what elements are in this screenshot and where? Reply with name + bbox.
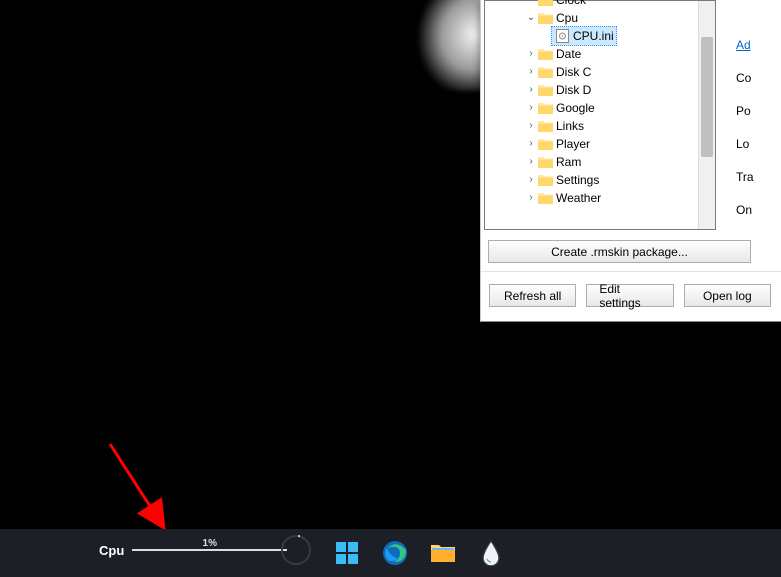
file-explorer-icon <box>430 542 456 564</box>
tree-node-label: Ram <box>556 153 581 171</box>
skin-properties-panel: Ad Co Po Lo Tra On <box>716 0 781 236</box>
tree-node-label: Disk D <box>556 81 591 99</box>
tree-node[interactable]: › Weather <box>485 189 715 207</box>
tree-node-label: CPU.ini <box>573 27 614 45</box>
cpu-percent-text: 1% <box>132 538 287 549</box>
tree-node-label: Clock <box>556 0 586 9</box>
tree-node[interactable]: ⌄ Cpu <box>485 9 715 27</box>
edit-settings-button[interactable]: Edit settings <box>586 284 673 307</box>
tree-node[interactable]: › Settings <box>485 171 715 189</box>
folder-icon <box>537 190 553 206</box>
folder-icon <box>537 82 553 98</box>
folder-icon <box>537 154 553 170</box>
rainmeter-button[interactable] <box>470 532 512 574</box>
expander-open-icon[interactable]: ⌄ <box>525 9 537 27</box>
cpu-widget-label: Cpu <box>99 543 124 558</box>
folder-icon <box>537 118 553 134</box>
file-explorer-button[interactable] <box>422 532 464 574</box>
expander-closed-icon[interactable]: › <box>525 189 537 207</box>
tree-node[interactable]: › Disk C <box>485 63 715 81</box>
tree-node-label: Date <box>556 45 581 63</box>
property-label: Lo <box>736 137 781 170</box>
property-label: On <box>736 203 781 236</box>
expander-closed-icon[interactable]: › <box>525 99 537 117</box>
expander-closed-icon[interactable]: › <box>525 117 537 135</box>
rainmeter-manage-window: Clock ⌄ CpuCPU.ini › Date › Disk C › Disk D › Goog… <box>480 0 781 322</box>
expander-closed-icon[interactable]: › <box>525 153 537 171</box>
cpu-ring-gauge <box>281 535 311 565</box>
tree-node-label: Settings <box>556 171 599 189</box>
cpu-skin-widget[interactable]: Cpu 1% <box>99 535 311 565</box>
folder-icon <box>537 10 553 26</box>
refresh-all-button[interactable]: Refresh all <box>489 284 576 307</box>
skins-tree: Clock ⌄ CpuCPU.ini › Date › Disk C › Disk D › Goog… <box>484 0 716 230</box>
property-label: Po <box>736 104 781 137</box>
annotation-arrow <box>104 440 184 540</box>
windows-logo-icon <box>336 542 358 564</box>
tree-node[interactable]: › Google <box>485 99 715 117</box>
property-label: Co <box>736 71 781 104</box>
tree-node-label: Cpu <box>556 9 578 27</box>
folder-icon <box>537 64 553 80</box>
tree-node-label: Weather <box>556 189 601 207</box>
active-skins-link[interactable]: Ad <box>736 38 751 52</box>
ini-file-icon <box>554 28 570 44</box>
edge-browser-button[interactable] <box>374 532 416 574</box>
tree-node[interactable]: › Date <box>485 45 715 63</box>
create-rmskin-button[interactable]: Create .rmskin package... <box>488 240 751 263</box>
open-log-button[interactable]: Open log <box>684 284 771 307</box>
tree-scrollbar-thumb[interactable] <box>701 37 713 157</box>
cpu-bar: 1% <box>132 549 287 551</box>
property-label: Tra <box>736 170 781 203</box>
tree-node[interactable]: Clock <box>485 0 715 9</box>
expander-closed-icon[interactable]: › <box>525 135 537 153</box>
folder-icon <box>537 46 553 62</box>
tree-scrollbar[interactable] <box>698 1 715 229</box>
expander-closed-icon[interactable]: › <box>525 63 537 81</box>
folder-icon <box>537 136 553 152</box>
folder-icon <box>537 100 553 116</box>
folder-icon <box>537 0 553 8</box>
tree-node[interactable]: › Ram <box>485 153 715 171</box>
tree-node[interactable]: › Player <box>485 135 715 153</box>
raindrop-icon <box>481 540 501 566</box>
tree-node[interactable]: › Links <box>485 117 715 135</box>
tree-node-label: Player <box>556 135 590 153</box>
expander-closed-icon[interactable]: › <box>525 171 537 189</box>
expander-closed-icon[interactable]: › <box>525 45 537 63</box>
start-button[interactable] <box>326 532 368 574</box>
folder-icon <box>537 172 553 188</box>
tree-node-label: Disk C <box>556 63 591 81</box>
expander-closed-icon[interactable]: › <box>525 81 537 99</box>
tree-node[interactable]: CPU.ini <box>485 27 715 45</box>
tree-node-label: Links <box>556 117 584 135</box>
tree-node-label: Google <box>556 99 595 117</box>
window-action-bar: Refresh all Edit settings Open log <box>481 271 781 321</box>
edge-icon <box>382 540 408 566</box>
tree-node[interactable]: › Disk D <box>485 81 715 99</box>
